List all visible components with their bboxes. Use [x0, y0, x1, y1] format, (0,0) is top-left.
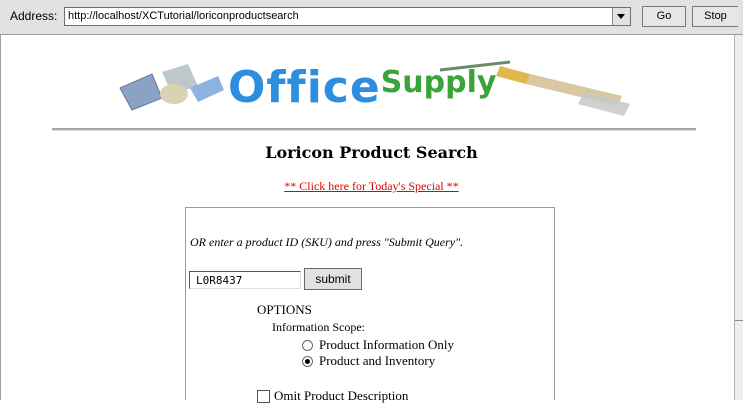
go-button[interactable]: Go [642, 6, 686, 27]
address-label: Address: [10, 9, 58, 23]
panel-scroll-edge [554, 207, 565, 400]
divider [52, 128, 696, 131]
radio-button-icon[interactable] [302, 339, 313, 351]
radio-label: Product Information Only [319, 337, 455, 352]
todays-special-link[interactable]: ** Click here for Today's Special ** [284, 179, 458, 193]
omit-description-checkbox-row[interactable]: Omit Product Description [257, 388, 408, 404]
sku-input[interactable]: L0R8437 [189, 271, 301, 289]
office-supply-logo: OfficeSupply [110, 58, 640, 120]
chevron-down-icon[interactable] [612, 8, 630, 25]
logo-supply-text: Supply [380, 65, 497, 100]
checkbox-label: Omit Product Description [274, 388, 409, 403]
address-url: http://localhost/XCTutorial/loriconprodu… [68, 10, 299, 22]
radio-product-information-only[interactable]: Product Information Only [302, 337, 454, 353]
stop-button[interactable]: Stop [692, 6, 738, 27]
submit-button[interactable]: submit [304, 268, 362, 290]
address-bar: Address: http://localhost/XCTutorial/lor… [0, 0, 743, 35]
radio-product-and-inventory[interactable]: Product and Inventory [302, 353, 435, 369]
vertical-scrollbar[interactable] [734, 35, 743, 400]
logo-wordmark: OfficeSupply [228, 62, 496, 113]
options-heading: OPTIONS [257, 302, 312, 317]
checkbox-icon[interactable] [257, 389, 270, 403]
address-input[interactable]: http://localhost/XCTutorial/loriconprodu… [64, 7, 631, 26]
radio-button-selected-icon[interactable] [302, 355, 313, 367]
logo-office-text: Office [228, 62, 381, 113]
radio-label: Product and Inventory [319, 353, 436, 368]
special-link-row: ** Click here for Today's Special ** [0, 177, 743, 195]
scrollbar-mark [735, 320, 743, 321]
information-scope-label: Information Scope: [272, 320, 365, 334]
search-instructions: OR enter a product ID (SKU) and press "S… [190, 235, 464, 249]
page-title: Loricon Product Search [265, 143, 478, 162]
